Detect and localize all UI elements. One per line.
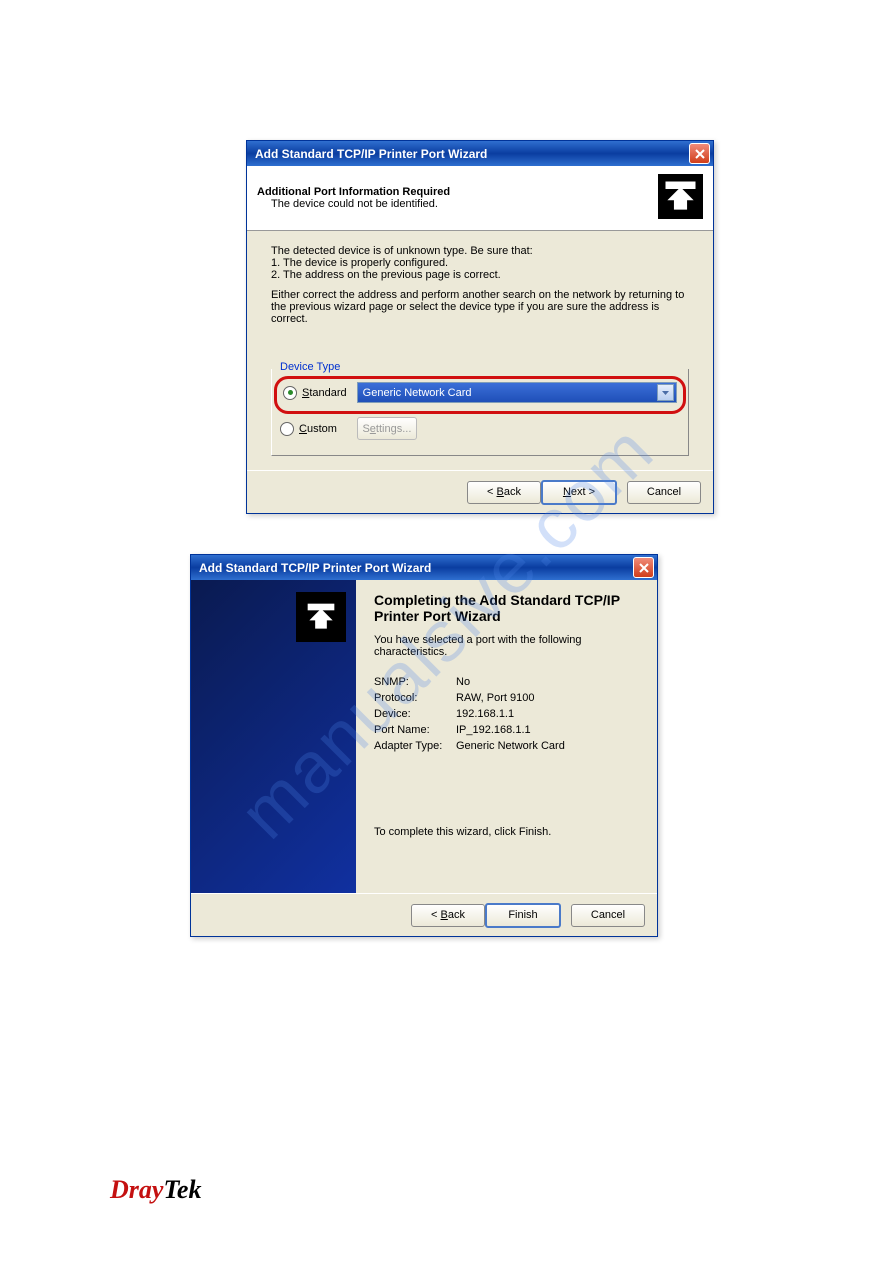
finish-button[interactable]: Finish: [485, 903, 561, 928]
cancel-button[interactable]: Cancel: [627, 481, 701, 504]
info-row: Device:192.168.1.1: [374, 708, 639, 720]
window-title: Add Standard TCP/IP Printer Port Wizard: [255, 147, 689, 161]
point2-text: 2. The address on the previous page is c…: [271, 269, 689, 281]
completion-subheading: You have selected a port with the follow…: [374, 634, 639, 658]
settings-button: Settings...: [357, 417, 417, 440]
device-type-fieldset: Device Type Standard Generic Network Car…: [271, 369, 689, 456]
brand-logo: DrayTek: [110, 1175, 201, 1205]
dialog-body: The detected device is of unknown type. …: [247, 231, 713, 470]
radio-standard[interactable]: [283, 386, 297, 400]
button-bar: < Back Next > Cancel: [247, 470, 713, 513]
back-button[interactable]: < Back: [411, 904, 485, 927]
header-band: Additional Port Information Required The…: [247, 166, 713, 231]
dropdown-value: Generic Network Card: [363, 387, 657, 399]
standard-row: Standard Generic Network Card: [283, 382, 677, 403]
printer-icon: [658, 174, 703, 222]
next-button[interactable]: Next >: [541, 480, 617, 505]
radio-custom-label[interactable]: Custom: [299, 423, 337, 435]
device-type-dropdown[interactable]: Generic Network Card: [357, 382, 677, 403]
info-row: Adapter Type:Generic Network Card: [374, 740, 639, 752]
header-subtitle: The device could not be identified.: [257, 198, 658, 210]
window-title: Add Standard TCP/IP Printer Port Wizard: [199, 561, 633, 575]
cancel-button[interactable]: Cancel: [571, 904, 645, 927]
info-row: Port Name:IP_192.168.1.1: [374, 724, 639, 736]
custom-row: Custom Settings...: [280, 417, 680, 440]
point1-text: 1. The device is properly configured.: [271, 257, 689, 269]
completion-heading: Completing the Add Standard TCP/IP Print…: [374, 592, 639, 624]
titlebar[interactable]: Add Standard TCP/IP Printer Port Wizard: [247, 141, 713, 166]
complete-instruction: To complete this wizard, click Finish.: [374, 826, 639, 838]
radio-standard-label[interactable]: Standard: [302, 387, 347, 399]
intro-text: The detected device is of unknown type. …: [271, 245, 689, 257]
red-callout: Standard Generic Network Card: [274, 376, 686, 414]
titlebar[interactable]: Add Standard TCP/IP Printer Port Wizard: [191, 555, 657, 580]
info-row: SNMP:No: [374, 676, 639, 688]
header-title: Additional Port Information Required: [257, 186, 658, 198]
button-bar: < Back Finish Cancel: [191, 893, 657, 936]
wizard-dialog-additional-info: Add Standard TCP/IP Printer Port Wizard …: [246, 140, 714, 514]
close-icon[interactable]: [689, 143, 710, 164]
close-icon[interactable]: [633, 557, 654, 578]
sidebar-graphic: [191, 580, 356, 893]
info-row: Protocol:RAW, Port 9100: [374, 692, 639, 704]
back-button[interactable]: < Back: [467, 481, 541, 504]
printer-icon: [296, 592, 346, 642]
wizard-dialog-completing: Add Standard TCP/IP Printer Port Wizard …: [190, 554, 658, 937]
chevron-down-icon[interactable]: [657, 384, 674, 401]
dialog-body: Completing the Add Standard TCP/IP Print…: [191, 580, 657, 893]
fieldset-legend: Device Type: [277, 361, 343, 373]
radio-custom[interactable]: [280, 422, 294, 436]
para2-text: Either correct the address and perform a…: [271, 289, 689, 325]
